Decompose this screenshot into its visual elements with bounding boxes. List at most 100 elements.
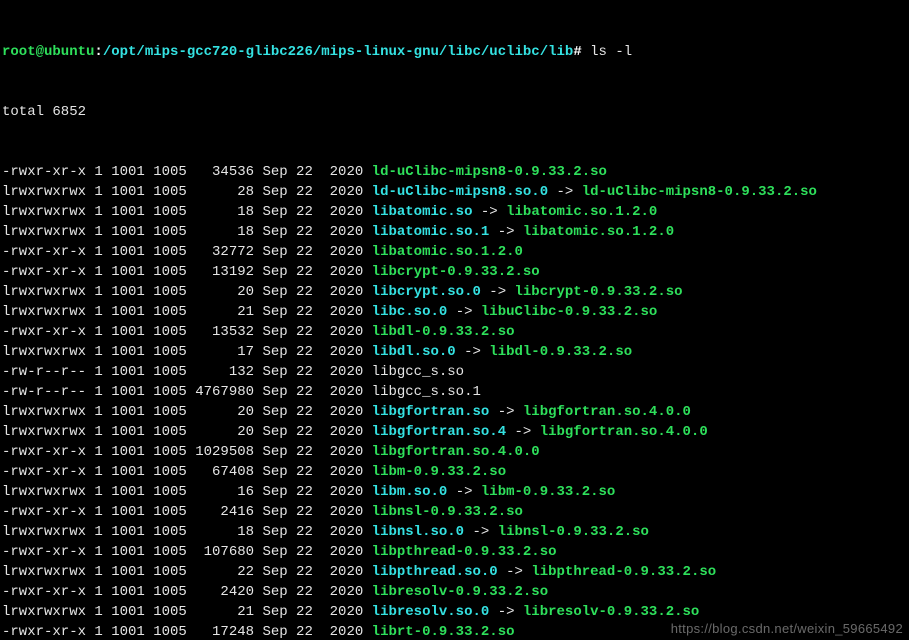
prompt-line: root@ubuntu:/opt/mips-gcc720-glibc226/mi… (2, 42, 907, 62)
file-name: libcrypt.so.0 (372, 284, 481, 300)
symlink-target: libresolv-0.9.33.2.so (523, 604, 699, 620)
file-name: libdl-0.9.33.2.so (372, 324, 515, 340)
file-name: libnsl-0.9.33.2.so (372, 504, 523, 520)
file-listing-row: -rw-r--r-- 1 1001 1005 132 Sep 22 2020 l… (2, 362, 907, 382)
file-name: libgfortran.so.4.0.0 (372, 444, 540, 460)
symlink-arrow: -> (506, 424, 540, 440)
symlink-target: libuClibc-0.9.33.2.so (481, 304, 657, 320)
file-listing-row: lrwxrwxrwx 1 1001 1005 21 Sep 22 2020 li… (2, 602, 907, 622)
file-meta: lrwxrwxrwx 1 1001 1005 20 Sep 22 2020 (2, 424, 372, 440)
file-meta: -rw-r--r-- 1 1001 1005 4767980 Sep 22 20… (2, 384, 372, 400)
file-meta: lrwxrwxrwx 1 1001 1005 16 Sep 22 2020 (2, 484, 372, 500)
file-name: libatomic.so (372, 204, 473, 220)
file-name: libm-0.9.33.2.so (372, 464, 506, 480)
file-meta: -rwxr-xr-x 1 1001 1005 32772 Sep 22 2020 (2, 244, 372, 260)
file-meta: -rwxr-xr-x 1 1001 1005 1029508 Sep 22 20… (2, 444, 372, 460)
file-meta: lrwxrwxrwx 1 1001 1005 21 Sep 22 2020 (2, 304, 372, 320)
prompt-path: /opt/mips-gcc720-glibc226/mips-linux-gnu… (103, 44, 573, 60)
symlink-arrow: -> (498, 564, 532, 580)
file-listing-row: -rwxr-xr-x 1 1001 1005 17248 Sep 22 2020… (2, 622, 907, 640)
file-listing-row: lrwxrwxrwx 1 1001 1005 22 Sep 22 2020 li… (2, 562, 907, 582)
file-meta: lrwxrwxrwx 1 1001 1005 17 Sep 22 2020 (2, 344, 372, 360)
symlink-target: libnsl-0.9.33.2.so (498, 524, 649, 540)
symlink-target: libcrypt-0.9.33.2.so (515, 284, 683, 300)
file-meta: -rwxr-xr-x 1 1001 1005 34536 Sep 22 2020 (2, 164, 372, 180)
file-meta: lrwxrwxrwx 1 1001 1005 21 Sep 22 2020 (2, 604, 372, 620)
symlink-target: libdl-0.9.33.2.so (489, 344, 632, 360)
file-listing-row: lrwxrwxrwx 1 1001 1005 20 Sep 22 2020 li… (2, 402, 907, 422)
file-listing-row: -rwxr-xr-x 1 1001 1005 13532 Sep 22 2020… (2, 322, 907, 342)
symlink-arrow: -> (489, 404, 523, 420)
prompt-userhost: root@ubuntu (2, 44, 94, 60)
file-name: libpthread-0.9.33.2.so (372, 544, 557, 560)
file-meta: lrwxrwxrwx 1 1001 1005 18 Sep 22 2020 (2, 524, 372, 540)
file-meta: lrwxrwxrwx 1 1001 1005 20 Sep 22 2020 (2, 284, 372, 300)
symlink-arrow: -> (473, 204, 507, 220)
file-meta: -rwxr-xr-x 1 1001 1005 17248 Sep 22 2020 (2, 624, 372, 640)
file-meta: lrwxrwxrwx 1 1001 1005 22 Sep 22 2020 (2, 564, 372, 580)
symlink-target: libm-0.9.33.2.so (481, 484, 615, 500)
file-listing-row: lrwxrwxrwx 1 1001 1005 20 Sep 22 2020 li… (2, 282, 907, 302)
file-name: libpthread.so.0 (372, 564, 498, 580)
file-listing-row: -rwxr-xr-x 1 1001 1005 13192 Sep 22 2020… (2, 262, 907, 282)
file-listing-row: lrwxrwxrwx 1 1001 1005 16 Sep 22 2020 li… (2, 482, 907, 502)
symlink-arrow: -> (447, 304, 481, 320)
file-name: ld-uClibc-mipsn8.so.0 (372, 184, 548, 200)
file-listing-row: lrwxrwxrwx 1 1001 1005 17 Sep 22 2020 li… (2, 342, 907, 362)
file-meta: -rwxr-xr-x 1 1001 1005 13192 Sep 22 2020 (2, 264, 372, 280)
symlink-target: ld-uClibc-mipsn8-0.9.33.2.so (582, 184, 817, 200)
symlink-arrow: -> (548, 184, 582, 200)
symlink-arrow: -> (489, 224, 523, 240)
file-listing-row: lrwxrwxrwx 1 1001 1005 20 Sep 22 2020 li… (2, 422, 907, 442)
symlink-arrow: -> (481, 284, 515, 300)
file-listing-row: -rwxr-xr-x 1 1001 1005 34536 Sep 22 2020… (2, 162, 907, 182)
symlink-target: libgfortran.so.4.0.0 (523, 404, 691, 420)
file-name: libgcc_s.so.1 (372, 384, 481, 400)
file-name: librt-0.9.33.2.so (372, 624, 515, 640)
file-name: libdl.so.0 (372, 344, 456, 360)
file-listing-row: lrwxrwxrwx 1 1001 1005 18 Sep 22 2020 li… (2, 222, 907, 242)
file-meta: -rwxr-xr-x 1 1001 1005 2416 Sep 22 2020 (2, 504, 372, 520)
symlink-target: libgfortran.so.4.0.0 (540, 424, 708, 440)
total-line: total 6852 (2, 102, 907, 122)
file-name: libnsl.so.0 (372, 524, 464, 540)
file-listing-row: lrwxrwxrwx 1 1001 1005 18 Sep 22 2020 li… (2, 202, 907, 222)
terminal-output[interactable]: root@ubuntu:/opt/mips-gcc720-glibc226/mi… (0, 0, 909, 640)
file-name: libatomic.so.1.2.0 (372, 244, 523, 260)
file-listing-row: -rwxr-xr-x 1 1001 1005 2416 Sep 22 2020 … (2, 502, 907, 522)
file-meta: lrwxrwxrwx 1 1001 1005 28 Sep 22 2020 (2, 184, 372, 200)
file-listing-row: -rwxr-xr-x 1 1001 1005 32772 Sep 22 2020… (2, 242, 907, 262)
file-name: libgfortran.so.4 (372, 424, 506, 440)
symlink-target: libpthread-0.9.33.2.so (531, 564, 716, 580)
symlink-arrow: -> (456, 344, 490, 360)
file-listing-row: -rwxr-xr-x 1 1001 1005 67408 Sep 22 2020… (2, 462, 907, 482)
file-meta: lrwxrwxrwx 1 1001 1005 18 Sep 22 2020 (2, 204, 372, 220)
file-listing-row: lrwxrwxrwx 1 1001 1005 28 Sep 22 2020 ld… (2, 182, 907, 202)
file-listing-row: lrwxrwxrwx 1 1001 1005 21 Sep 22 2020 li… (2, 302, 907, 322)
file-meta: -rwxr-xr-x 1 1001 1005 2420 Sep 22 2020 (2, 584, 372, 600)
file-meta: lrwxrwxrwx 1 1001 1005 18 Sep 22 2020 (2, 224, 372, 240)
file-name: libgfortran.so (372, 404, 490, 420)
file-listing: -rwxr-xr-x 1 1001 1005 34536 Sep 22 2020… (2, 162, 907, 640)
command-text: ls -l (590, 44, 632, 60)
file-meta: -rw-r--r-- 1 1001 1005 132 Sep 22 2020 (2, 364, 372, 380)
file-meta: -rwxr-xr-x 1 1001 1005 107680 Sep 22 202… (2, 544, 372, 560)
symlink-arrow: -> (447, 484, 481, 500)
file-listing-row: -rw-r--r-- 1 1001 1005 4767980 Sep 22 20… (2, 382, 907, 402)
file-meta: -rwxr-xr-x 1 1001 1005 67408 Sep 22 2020 (2, 464, 372, 480)
file-name: ld-uClibc-mipsn8-0.9.33.2.so (372, 164, 607, 180)
file-name: libm.so.0 (372, 484, 448, 500)
symlink-target: libatomic.so.1.2.0 (506, 204, 657, 220)
symlink-arrow: -> (464, 524, 498, 540)
symlink-arrow: -> (489, 604, 523, 620)
file-name: libatomic.so.1 (372, 224, 490, 240)
file-name: libresolv.so.0 (372, 604, 490, 620)
file-meta: lrwxrwxrwx 1 1001 1005 20 Sep 22 2020 (2, 404, 372, 420)
file-listing-row: -rwxr-xr-x 1 1001 1005 1029508 Sep 22 20… (2, 442, 907, 462)
file-listing-row: -rwxr-xr-x 1 1001 1005 107680 Sep 22 202… (2, 542, 907, 562)
file-meta: -rwxr-xr-x 1 1001 1005 13532 Sep 22 2020 (2, 324, 372, 340)
file-listing-row: lrwxrwxrwx 1 1001 1005 18 Sep 22 2020 li… (2, 522, 907, 542)
file-listing-row: -rwxr-xr-x 1 1001 1005 2420 Sep 22 2020 … (2, 582, 907, 602)
file-name: libresolv-0.9.33.2.so (372, 584, 548, 600)
symlink-target: libatomic.so.1.2.0 (523, 224, 674, 240)
